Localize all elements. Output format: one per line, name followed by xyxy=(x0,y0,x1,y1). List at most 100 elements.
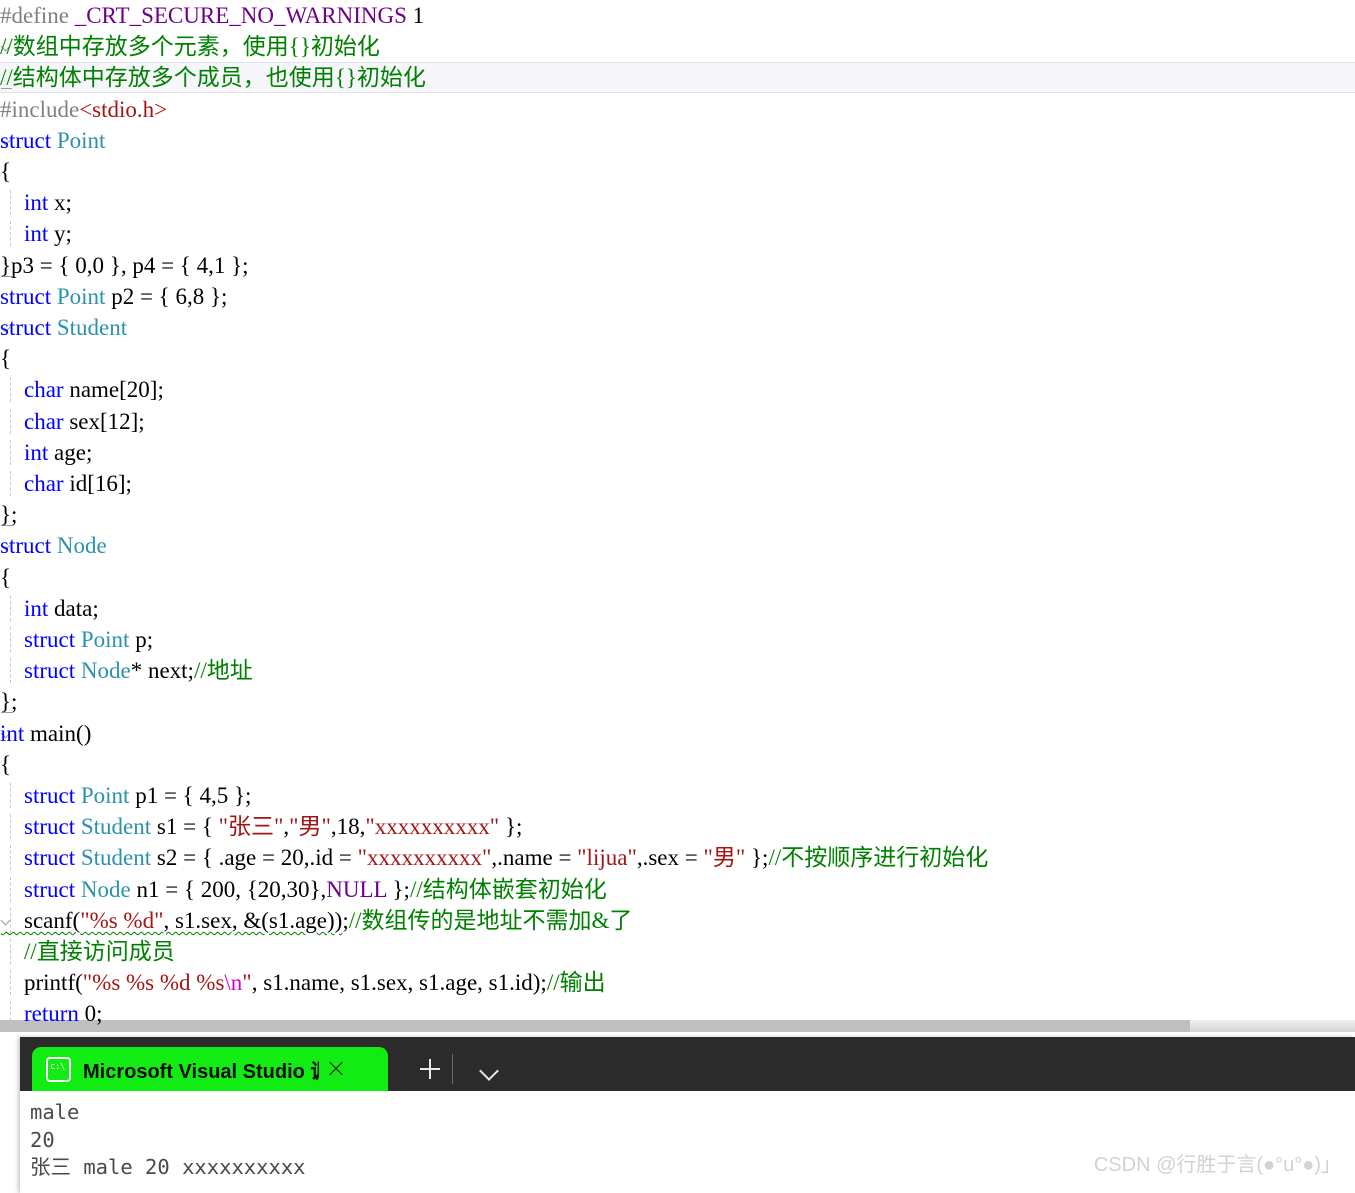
code-line[interactable]: //数组中存放多个元素，使用{}初始化 xyxy=(0,31,1355,62)
code-token: { xyxy=(0,564,12,590)
code-token: printf( xyxy=(1,970,83,996)
code-token: _CRT_SECURE_NO_WARNINGS xyxy=(74,3,407,28)
scrollbar-thumb[interactable] xyxy=(0,1020,1190,1032)
chevron-down-icon[interactable] xyxy=(469,1047,509,1091)
code-token: "张三" xyxy=(218,814,284,840)
code-token: main xyxy=(30,720,77,746)
code-token: Node xyxy=(56,533,107,559)
code-token: x; xyxy=(48,190,72,216)
code-line[interactable]: #define _CRT_SECURE_NO_WARNINGS 1 xyxy=(0,0,1355,31)
console-output[interactable]: male 20 张三 male 20 xxxxxxxxxx xyxy=(20,1091,1355,1193)
code-token: n1 = { 200, {20,30}, xyxy=(130,876,327,902)
code-token: () xyxy=(76,720,92,746)
code-token: //直接访问成员 xyxy=(24,939,175,964)
code-token: return xyxy=(24,1001,79,1027)
console-titlebar: Microsoft Visual Studio 调试控 xyxy=(20,1037,1355,1091)
code-line[interactable]: struct Point p2 = { 6,8 }; xyxy=(0,281,1355,312)
code-line[interactable]: { xyxy=(0,562,1355,593)
code-token: "%s %d" xyxy=(80,907,164,933)
code-line[interactable]: struct Point p1 = { 4,5 }; xyxy=(0,780,1355,811)
code-token: Point xyxy=(56,127,106,153)
code-token: struct xyxy=(24,658,76,684)
code-token: p; xyxy=(129,627,154,652)
code-token: //数组中存放多个元素，使用{}初始化 xyxy=(0,34,380,60)
code-token: p1 = { 4,5 }; xyxy=(129,783,252,808)
code-token: //结构体中存放多个成员，也使用{}初始化 xyxy=(0,65,426,91)
code-line[interactable]: }; xyxy=(0,686,1355,717)
code-token: //输出 xyxy=(546,970,606,996)
code-line[interactable]: struct Node xyxy=(0,530,1355,561)
console-prompt-icon xyxy=(46,1056,71,1082)
code-token: struct xyxy=(24,783,76,808)
code-line[interactable]: int data; xyxy=(0,593,1355,624)
code-token: "lijua" xyxy=(577,845,637,871)
code-line[interactable]: //结构体中存放多个成员，也使用{}初始化 xyxy=(0,62,1355,94)
code-token: { xyxy=(0,346,12,372)
code-token: #include xyxy=(0,96,80,122)
console-tab-active[interactable]: Microsoft Visual Studio 调试控 xyxy=(32,1047,388,1091)
code-line[interactable]: }; xyxy=(0,499,1355,530)
code-line[interactable]: int age; xyxy=(0,437,1355,468)
code-token: #define xyxy=(0,3,75,28)
code-token: struct xyxy=(0,315,52,340)
code-line[interactable]: struct Point p; xyxy=(0,624,1355,655)
editor-horizontal-scrollbar[interactable] xyxy=(0,1020,1355,1032)
code-token: , s1.name, s1.sex, s1.age, s1.id); xyxy=(251,970,547,996)
code-line[interactable]: { xyxy=(0,749,1355,780)
code-token: struct xyxy=(24,845,76,871)
code-line[interactable]: struct Student xyxy=(0,312,1355,343)
code-line[interactable]: int y; xyxy=(0,218,1355,249)
code-token: ,.sex = xyxy=(636,845,704,871)
code-token: struct xyxy=(24,814,76,840)
code-line[interactable]: //直接访问成员 xyxy=(0,936,1355,967)
code-line[interactable]: scanf("%s %d", s1.sex, &(s1.age));//数组传的… xyxy=(0,905,1355,936)
code-line[interactable]: struct Point xyxy=(0,125,1355,156)
code-token: char xyxy=(24,377,64,403)
code-line[interactable]: { xyxy=(0,156,1355,187)
code-token: " xyxy=(242,970,252,996)
code-line[interactable]: char sex[12]; xyxy=(0,406,1355,437)
code-line[interactable]: char name[20]; xyxy=(0,374,1355,405)
code-editor[interactable]: #define _CRT_SECURE_NO_WARNINGS 1 //数组中存放… xyxy=(0,0,1355,1032)
code-token: "xxxxxxxxxx" xyxy=(357,845,492,871)
code-token: struct xyxy=(0,127,52,153)
code-token: ,18, xyxy=(330,814,366,840)
code-line[interactable]: struct Student s2 = { .age = 20,.id = "x… xyxy=(0,842,1355,873)
code-token: struct xyxy=(0,533,52,559)
code-token: }; xyxy=(499,814,523,840)
code-token: id[16]; xyxy=(63,471,132,496)
code-token: name[20]; xyxy=(63,377,164,403)
code-token: }; xyxy=(386,876,410,902)
code-token: { xyxy=(0,159,12,184)
close-icon[interactable] xyxy=(319,1052,353,1086)
code-token: ,.name = xyxy=(491,845,578,871)
code-line[interactable]: { xyxy=(0,343,1355,374)
code-token: Student xyxy=(56,315,128,340)
code-line[interactable]: struct Student s1 = { "张三","男",18,"xxxxx… xyxy=(0,811,1355,842)
code-token: "xxxxxxxxxx" xyxy=(365,814,500,840)
code-line[interactable]: }p3 = { 0,0 }, p4 = { 4,1 }; xyxy=(0,250,1355,281)
code-token: int xyxy=(24,190,49,216)
code-token: }; xyxy=(0,502,18,528)
code-line[interactable]: char id[16]; xyxy=(0,468,1355,499)
code-line[interactable]: printf("%s %s %d %s\n", s1.name, s1.sex,… xyxy=(0,967,1355,998)
code-token: Point xyxy=(80,627,130,652)
code-line[interactable]: struct Node* next;//地址 xyxy=(0,655,1355,686)
code-line[interactable]: #include<stdio.h> xyxy=(0,94,1355,125)
code-token: "%s %s %d %s xyxy=(82,970,225,996)
code-token: //地址 xyxy=(193,658,253,684)
code-line[interactable]: struct Node n1 = { 200, {20,30},NULL };/… xyxy=(0,874,1355,905)
code-line[interactable]: int x; xyxy=(0,187,1355,218)
code-line[interactable]: int main() xyxy=(0,718,1355,749)
plus-icon[interactable] xyxy=(410,1047,450,1091)
